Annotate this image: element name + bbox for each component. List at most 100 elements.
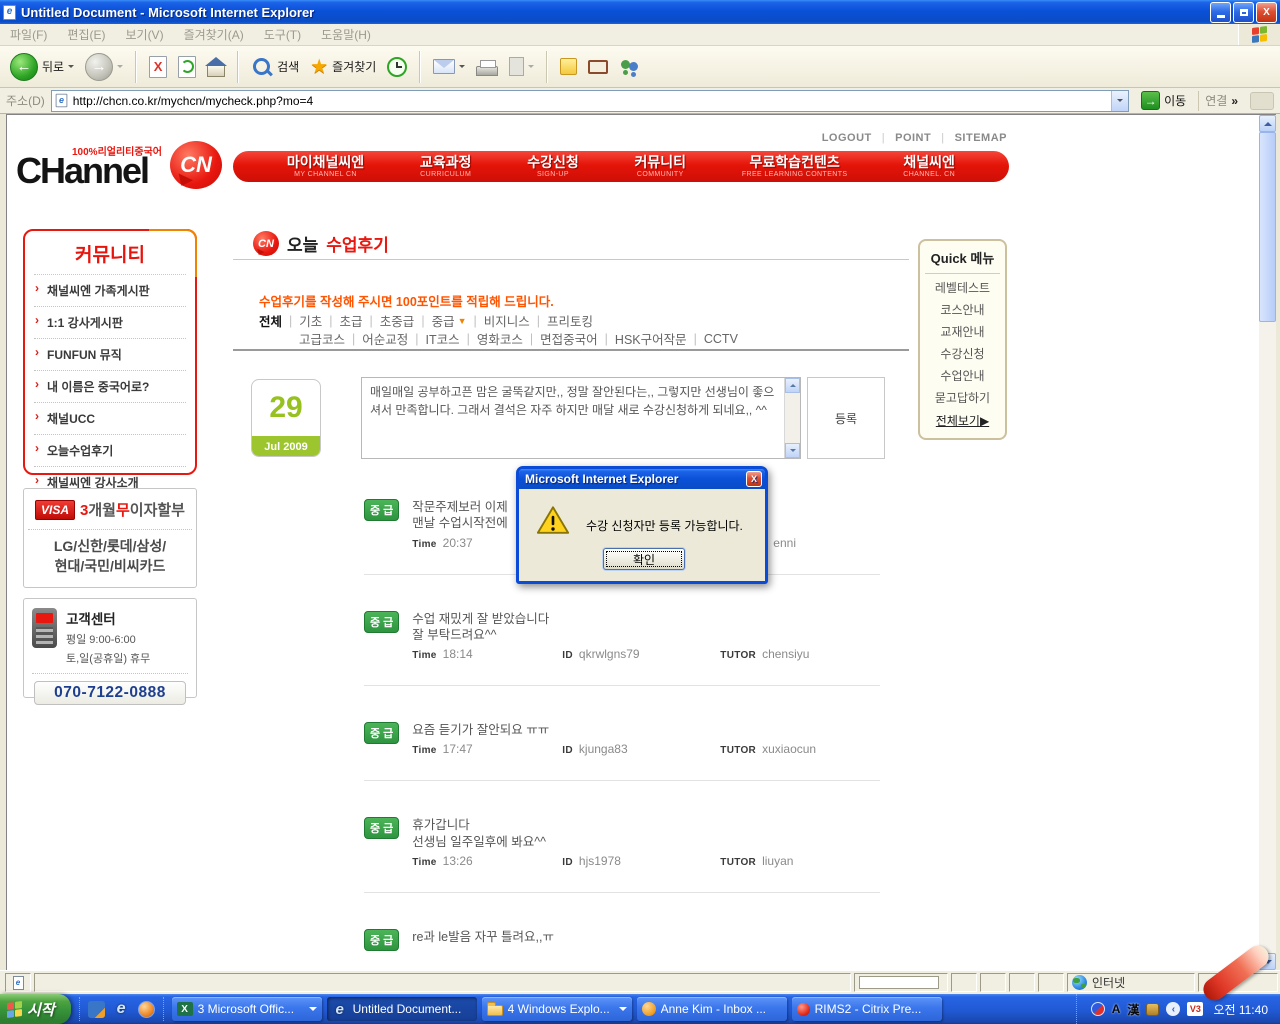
messenger-button[interactable] [615,56,645,78]
utility-link[interactable]: SITEMAP [931,132,1007,144]
filter-item[interactable]: HSK구어작문 [598,329,687,348]
tray-app-icon[interactable] [1146,1003,1159,1016]
filter-item[interactable]: 초급 [322,311,362,330]
site-logo[interactable]: 100%리얼리티중국어 CHannel CN [16,141,222,199]
textarea-scrollbar[interactable] [784,378,800,458]
quick-launch-ie-icon[interactable]: e [113,1001,130,1018]
tray-collapse-icon[interactable]: ‹ [1166,1002,1180,1016]
review-line1[interactable]: re과 le발음 자꾸 틀려요,,ㅠ [412,929,880,945]
menu-item[interactable]: 보기(V) [125,26,163,43]
filter-item[interactable]: 기초 [282,311,322,330]
search-button[interactable]: 검색 [247,53,303,81]
address-input[interactable]: e http://chcn.co.kr/mychcn/mycheck.php?m… [51,90,1129,112]
filter-item[interactable]: 영화코스 [460,329,523,348]
quick-launch-media-icon[interactable] [138,1001,155,1018]
start-button[interactable]: 시작 [0,994,71,1024]
filter-item[interactable]: 면접중국어 [523,329,598,348]
task-button[interactable]: RIMS2 - Citrix Pre... [792,997,942,1021]
restore-button[interactable] [1233,2,1254,23]
quick-menu-item[interactable]: 수강신청 [920,340,1005,362]
nav-item[interactable]: 커뮤니티 COMMUNITY [635,151,687,182]
community-menu-item[interactable]: FUNFUN 뮤직 [34,338,186,370]
nav-item[interactable]: 교육과정 CURRICULUM [420,151,472,182]
community-menu-item[interactable]: 1:1 강사게시판 [34,306,186,338]
utility-link[interactable]: POINT [872,132,931,144]
scrollbar-thumb[interactable] [1259,132,1276,322]
filter-item[interactable]: IT코스 [408,329,459,348]
filter-item[interactable]: CCTV [687,329,738,348]
cs-phone-number[interactable]: 070-7122-0888 [34,681,186,705]
task-button[interactable]: Anne Kim - Inbox ... [637,997,787,1021]
community-menu-item[interactable]: 채널씨엔 가족게시판 [34,275,186,306]
filter-item[interactable]: 프리토킹 [530,311,593,330]
refresh-button[interactable] [174,54,200,80]
filter-item[interactable]: 비지니스 [467,311,530,330]
favorites-button[interactable]: ★ 즐겨찾기 [306,55,380,79]
menu-item[interactable]: 파일(F) [10,26,47,43]
back-button[interactable]: ← 뒤로 [6,51,78,83]
scroll-up-button[interactable] [1259,115,1276,132]
nav-item[interactable]: 무료학습컨텐츠 FREE LEARNING CONTENTS [742,151,848,182]
stop-button[interactable]: X [145,54,171,80]
quick-menu-item[interactable]: 교재안내 [920,318,1005,340]
close-button[interactable]: X [1256,2,1277,23]
utility-link[interactable]: LOGOUT [822,132,872,144]
task-button[interactable]: 3 Microsoft Offic... [172,997,322,1021]
menu-item[interactable]: 편집(E) [67,26,105,43]
review-textarea[interactable]: 매일매일 공부하고픈 맘은 굴뚝같지만,, 정말 잘안된다는,, 그렇지만 선생… [362,378,784,458]
edit-button[interactable] [505,55,538,78]
ime-lang-icon[interactable]: A [1112,1002,1121,1016]
menu-item[interactable]: 즐겨찾기(A) [184,26,244,43]
quick-menu-item[interactable]: 코스안내 [920,296,1005,318]
research-button[interactable] [584,58,612,76]
dialog-titlebar[interactable]: Microsoft Internet Explorer X [519,469,765,489]
review-line1[interactable]: 휴가갑니다 [412,817,880,833]
community-menu-item[interactable]: 내 이름은 중국어로? [34,370,186,402]
menu-item[interactable]: 도움말(H) [321,26,371,43]
print-button[interactable] [472,56,502,78]
nav-item[interactable]: 마이채널씨엔 MY CHANNEL CN [287,151,364,182]
addon-icon[interactable] [1250,92,1274,110]
quick-launch-app-icon[interactable] [88,1001,105,1018]
mail-button[interactable] [429,57,469,76]
nav-item[interactable]: 채널씨엔 CHANNEL. CN [903,151,955,182]
filter-item[interactable]: 어순교정 [345,329,408,348]
minimize-button[interactable] [1210,2,1231,23]
ime-ball-icon[interactable] [1091,1002,1105,1016]
filter-item[interactable]: 전체 [259,311,282,330]
menu-item[interactable]: 도구(T) [264,26,301,43]
home-button[interactable] [203,55,229,79]
review-line1[interactable]: 수업 재밌게 잘 받았습니다 [412,611,880,627]
scroll-down-icon[interactable] [785,443,800,458]
submit-review-button[interactable]: 등록 [807,377,885,459]
forward-dropdown-icon[interactable] [117,65,123,71]
review-line1[interactable]: 요즘 듣기가 잘안되요 ㅠㅠ [412,722,880,738]
page-scrollbar[interactable] [1259,115,1276,970]
window-titlebar[interactable]: e Untitled Document - Microsoft Internet… [0,0,1280,24]
discuss-button[interactable] [556,56,581,77]
links-button[interactable]: 연결 » [1198,91,1244,111]
go-button[interactable]: → 이동 [1135,91,1192,110]
back-dropdown-icon[interactable] [68,65,74,71]
history-button[interactable] [383,55,411,79]
filter-item[interactable]: 초중급 [363,311,415,330]
community-menu-item[interactable]: 오늘수업후기 [34,434,186,466]
scroll-up-icon[interactable] [785,378,800,393]
tray-clock[interactable]: 오전 11:40 [1213,1001,1268,1018]
address-dropdown-button[interactable] [1111,91,1128,111]
dialog-close-button[interactable]: X [746,471,762,487]
quick-menu-view-all[interactable]: 전체보기▶ [920,412,1005,429]
community-menu-item[interactable]: 채널UCC [34,402,186,434]
nav-item[interactable]: 수강신청 SIGN-UP [527,151,579,182]
forward-button[interactable]: → [81,51,127,83]
task-button[interactable]: Untitled Document... [327,997,477,1021]
antivirus-icon[interactable]: V3 [1187,1002,1203,1016]
quick-menu-item[interactable]: 수업안내 [920,362,1005,384]
filter-item[interactable]: 중급 ▼ [414,311,466,330]
dialog-ok-button[interactable]: 확인 [603,548,685,570]
mail-dropdown-icon[interactable] [459,65,465,71]
quick-menu-item[interactable]: 묻고답하기 [920,384,1005,406]
filter-item[interactable]: 고급코스 [299,329,345,348]
quick-menu-item[interactable]: 레벨테스트 [920,274,1005,296]
task-button[interactable]: 4 Windows Explo... [482,997,632,1021]
